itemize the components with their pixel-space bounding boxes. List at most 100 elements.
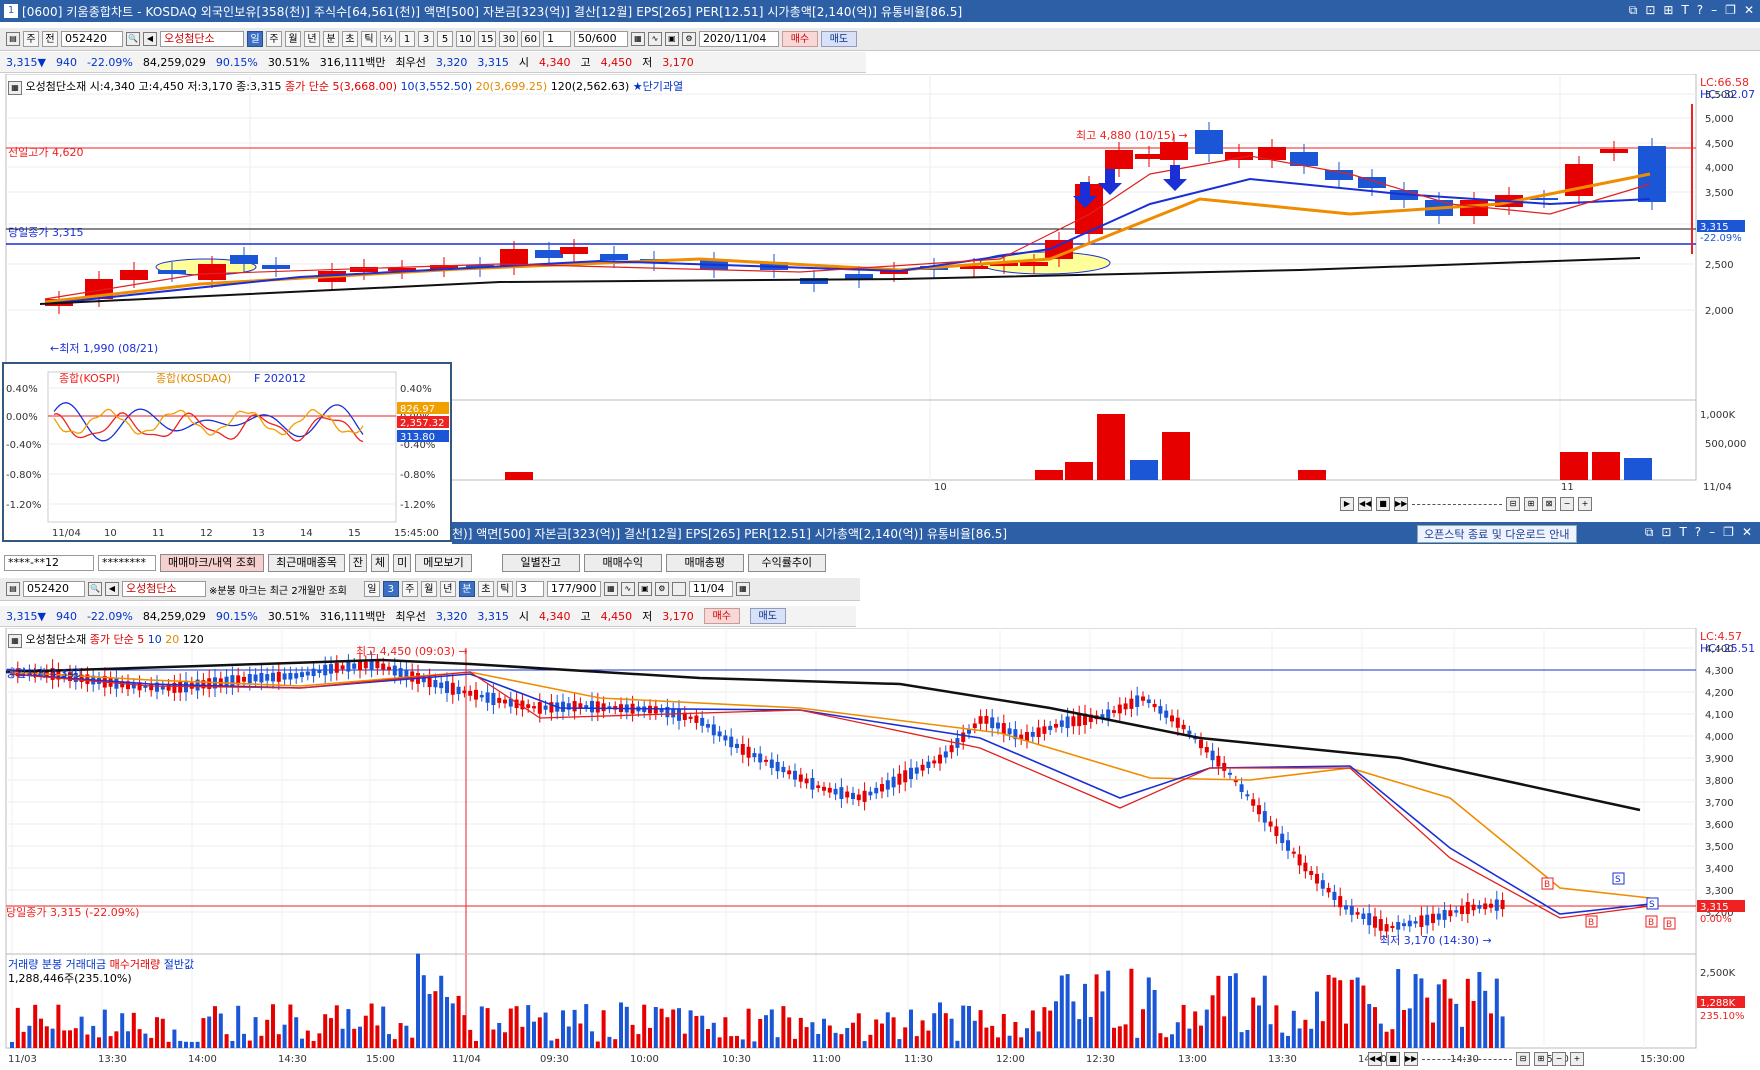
speaker-icon[interactable]: ◀ xyxy=(143,32,157,46)
index-panel[interactable]: 종합(KOSPI) 종합(KOSDAQ) F 202012 0.40% 0.00%… xyxy=(2,362,452,542)
zoom-icon[interactable]: ⊠ xyxy=(1542,497,1556,511)
disk-icon[interactable]: ▣ xyxy=(664,32,679,46)
speaker-icon[interactable]: ◀ xyxy=(105,582,119,596)
plus-icon[interactable]: + xyxy=(1578,497,1592,511)
period-day-2[interactable]: 일 xyxy=(363,581,380,597)
zoom-slider[interactable] xyxy=(1412,503,1502,505)
period-tick[interactable]: 틱 xyxy=(361,31,377,47)
frac-1[interactable]: 1 xyxy=(399,31,415,47)
period-second[interactable]: 초 xyxy=(342,31,358,47)
daily-balance-button[interactable]: 일별잔고 xyxy=(501,554,580,572)
zoom-icon[interactable]: ⊞ xyxy=(1534,1052,1548,1066)
period-week-2[interactable]: 주 xyxy=(401,581,418,597)
filled-button[interactable]: 체 xyxy=(371,554,390,572)
frac-7[interactable]: 60 xyxy=(521,31,540,47)
zoom-icon[interactable]: ⊟ xyxy=(1506,497,1520,511)
scroll-ff-icon[interactable]: ▶▶ xyxy=(1404,1052,1418,1066)
yield-trend-button[interactable]: 수익률추이 xyxy=(747,554,826,572)
scroll-next-icon[interactable]: ▶ xyxy=(1340,497,1354,511)
pattern-icon[interactable]: ▦ xyxy=(603,582,618,596)
period-year[interactable]: 년 xyxy=(304,31,320,47)
period-month[interactable]: 월 xyxy=(285,31,301,47)
menu-icon[interactable]: ▤ xyxy=(6,582,20,596)
buy-button[interactable]: 매수 xyxy=(781,31,818,47)
scroll-stop-icon[interactable]: ■ xyxy=(1386,1052,1400,1066)
trend-icon[interactable]: ∿ xyxy=(620,582,635,596)
code-input[interactable]: 052420 xyxy=(61,31,123,47)
grid-icon[interactable]: ⊞ xyxy=(1663,3,1673,18)
range-input-2[interactable]: 177/900 xyxy=(546,581,601,597)
link-icon[interactable]: ⧉ xyxy=(1645,525,1654,540)
unfilled-button[interactable]: 미 xyxy=(393,554,412,572)
date-input-2[interactable]: 11/04 xyxy=(688,581,733,597)
period-tick-2[interactable]: 틱 xyxy=(496,581,513,597)
date-input[interactable]: 2020/11/04 xyxy=(698,31,779,47)
period-week[interactable]: 주 xyxy=(266,31,282,47)
checkbox-icon[interactable] xyxy=(671,582,686,596)
font-icon[interactable]: T xyxy=(1681,3,1688,18)
frac-4[interactable]: 10 xyxy=(456,31,475,47)
plus-icon[interactable]: + xyxy=(1570,1052,1584,1066)
intraday-chart[interactable]: 최고 4,450 (09:03) → 최저 3,170 (14:30) → 당일… xyxy=(0,628,1760,1070)
settings-icon[interactable]: ▦ xyxy=(8,634,22,648)
help-icon[interactable]: ? xyxy=(1697,3,1703,18)
password-field[interactable]: ******** xyxy=(98,555,156,571)
font-icon[interactable]: T xyxy=(1679,525,1686,540)
frac-3[interactable]: 5 xyxy=(437,31,453,47)
sell-button-2[interactable]: 매도 xyxy=(749,608,786,624)
settings-icon[interactable]: ▦ xyxy=(8,81,22,95)
trade-profit-button[interactable]: 매매수익 xyxy=(583,554,662,572)
save-icon[interactable]: ⊡ xyxy=(1661,525,1671,540)
period-minute-2[interactable]: 분 xyxy=(458,581,475,597)
link-icon[interactable]: ⧉ xyxy=(1629,3,1638,18)
frac-2[interactable]: 3 xyxy=(418,31,434,47)
notice-button[interactable]: 오픈스탁 종료 및 다운로드 안내 xyxy=(1417,525,1577,543)
period-year-2[interactable]: 년 xyxy=(439,581,456,597)
scroll-rewind-icon[interactable]: ◀◀ xyxy=(1368,1052,1382,1066)
zoom-icon[interactable]: ⊞ xyxy=(1524,497,1538,511)
buy-button-2[interactable]: 매수 xyxy=(703,608,740,624)
recent-trades-button[interactable]: 최근매매종목 xyxy=(268,554,345,572)
frac-0[interactable]: ⅓ xyxy=(380,31,396,47)
save-icon[interactable]: ⊡ xyxy=(1645,3,1655,18)
range-input[interactable]: 50/600 xyxy=(573,31,628,47)
trade-review-button[interactable]: 매매총평 xyxy=(665,554,744,572)
zoom-slider-2[interactable] xyxy=(1422,1058,1512,1060)
trend-icon[interactable]: ∿ xyxy=(647,32,662,46)
menu-icon[interactable]: ▤ xyxy=(6,32,20,46)
help-icon[interactable]: ? xyxy=(1695,525,1701,540)
frac-5[interactable]: 15 xyxy=(477,31,497,47)
close-icon[interactable]: ✕ xyxy=(1744,3,1754,18)
mode-select[interactable]: 주 xyxy=(23,31,39,47)
stock-name-field-2[interactable]: 오성첨단소 xyxy=(122,581,206,597)
interval-select[interactable]: 3 xyxy=(382,581,399,597)
restore-icon[interactable]: ❐ xyxy=(1725,3,1736,18)
memo-button[interactable]: 메모보기 xyxy=(415,554,472,572)
restore-icon[interactable]: ❐ xyxy=(1723,525,1734,540)
minus-icon[interactable]: − xyxy=(1560,497,1574,511)
zoom-icon[interactable]: ⊟ xyxy=(1516,1052,1530,1066)
close-icon[interactable]: ✕ xyxy=(1742,525,1752,540)
settings-icon[interactable]: ⚙ xyxy=(681,32,696,46)
account-select[interactable]: ****-**12 xyxy=(4,555,94,571)
tick-count-input[interactable]: 3 xyxy=(515,581,544,597)
settings-icon[interactable]: ⚙ xyxy=(654,582,669,596)
calendar-icon[interactable]: ▦ xyxy=(735,582,750,596)
balance-button[interactable]: 잔 xyxy=(348,554,368,572)
minus-icon[interactable]: − xyxy=(1552,1052,1566,1066)
period-month-2[interactable]: 월 xyxy=(420,581,437,597)
count-input[interactable]: 1 xyxy=(542,31,571,47)
market-select[interactable]: 전 xyxy=(42,31,58,47)
period-second-2[interactable]: 초 xyxy=(477,581,494,597)
minimize-icon[interactable]: – xyxy=(1711,3,1717,18)
stock-name-field[interactable]: 오성첨단소 xyxy=(160,31,244,47)
sell-button[interactable]: 매도 xyxy=(820,31,857,47)
search-icon[interactable]: 🔍 xyxy=(126,32,140,46)
search-icon[interactable]: 🔍 xyxy=(88,582,102,596)
scroll-stop-icon[interactable]: ■ xyxy=(1376,497,1390,511)
frac-6[interactable]: 30 xyxy=(499,31,519,47)
minimize-icon[interactable]: – xyxy=(1709,525,1715,540)
disk-icon[interactable]: ▣ xyxy=(637,582,652,596)
scroll-ff-icon[interactable]: ▶▶ xyxy=(1394,497,1408,511)
pattern-icon[interactable]: ▦ xyxy=(630,32,645,46)
